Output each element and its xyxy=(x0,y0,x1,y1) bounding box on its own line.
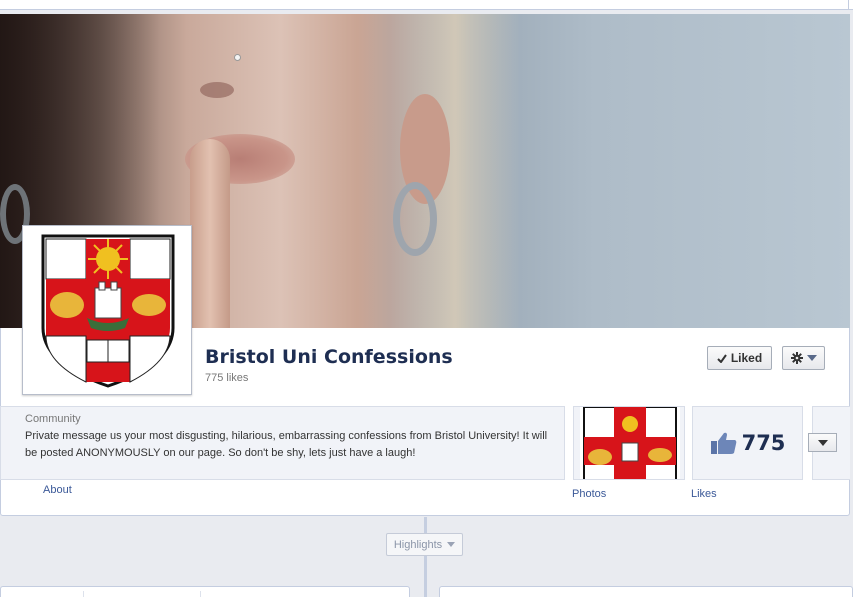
highlights-dropdown[interactable]: Highlights xyxy=(386,533,463,556)
profile-picture[interactable] xyxy=(22,225,192,395)
highlights-label: Highlights xyxy=(393,538,443,551)
chevron-down-icon xyxy=(447,542,456,547)
checkmark-icon xyxy=(717,353,727,363)
about-link[interactable]: About xyxy=(43,484,72,496)
likes-summary: 775 likes xyxy=(205,372,249,384)
right-earring xyxy=(393,182,437,256)
photos-tile[interactable] xyxy=(573,406,685,480)
nose-stud xyxy=(234,54,241,61)
thumbs-up-icon xyxy=(710,432,736,454)
liked-label: Liked xyxy=(730,351,763,365)
page-category: Community xyxy=(25,413,81,425)
cover-nose xyxy=(200,82,234,98)
timeline-divider xyxy=(424,517,427,597)
liked-button[interactable]: Liked xyxy=(707,346,772,370)
page-description: Private message us your most disgusting,… xyxy=(25,430,548,459)
likes-count: 775 xyxy=(741,431,786,455)
top-strip xyxy=(0,0,853,10)
university-crest-icon xyxy=(41,234,175,388)
cover-finger xyxy=(190,139,230,328)
edge-line xyxy=(848,0,849,10)
divider xyxy=(200,591,201,597)
post-card xyxy=(439,586,853,597)
gear-icon xyxy=(790,352,803,364)
crest-thumbnail-icon xyxy=(580,407,680,479)
composer-card[interactable] xyxy=(0,586,410,597)
divider xyxy=(83,591,84,597)
settings-button[interactable] xyxy=(782,346,825,370)
page-title[interactable]: Bristol Uni Confessions xyxy=(205,346,453,368)
chevron-down-icon xyxy=(806,355,817,361)
more-tiles-button[interactable] xyxy=(808,433,837,452)
likes-tile[interactable]: 775 xyxy=(692,406,803,480)
chevron-down-icon xyxy=(817,439,828,446)
photos-link[interactable]: Photos xyxy=(572,488,606,500)
likes-link[interactable]: Likes xyxy=(691,488,717,500)
